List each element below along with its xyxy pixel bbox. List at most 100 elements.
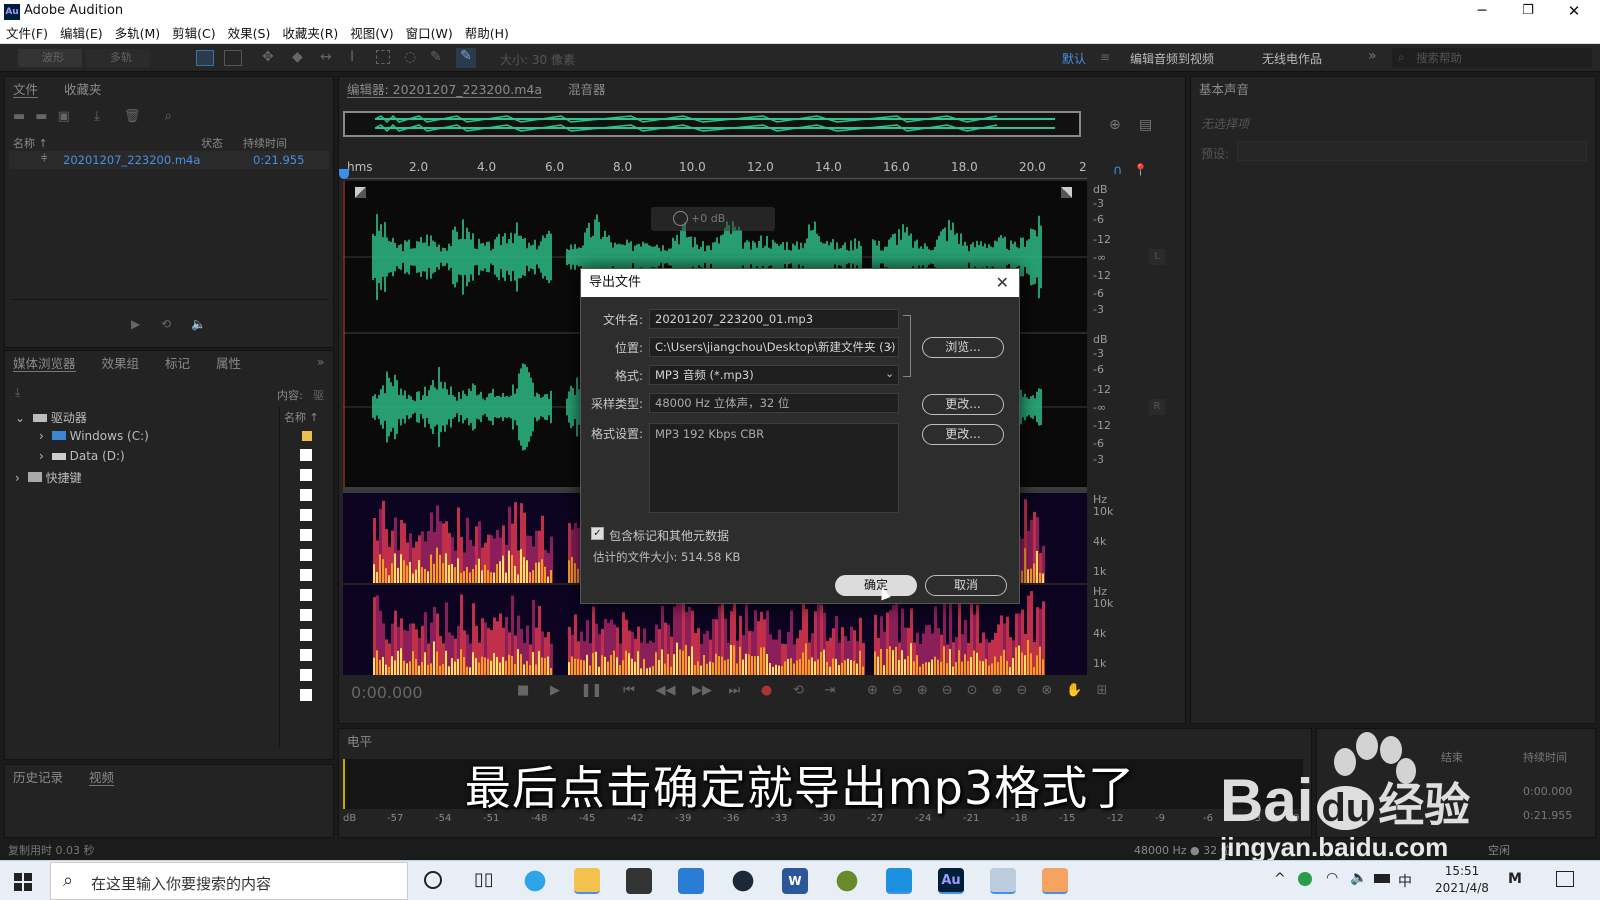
- tree-item-shortcuts[interactable]: › 快捷键: [15, 469, 82, 486]
- app-image-viewer-icon[interactable]: [990, 868, 1016, 894]
- go-to-start-icon[interactable]: ⏮: [623, 683, 635, 698]
- app-orange-icon[interactable]: [1042, 868, 1068, 894]
- slip-tool-icon[interactable]: ↔: [320, 49, 332, 65]
- tree-item-windows-c[interactable]: › Windows (C:): [39, 429, 149, 443]
- start-windows-icon[interactable]: [14, 873, 32, 891]
- content-dropdown[interactable]: 驱: [313, 387, 324, 403]
- dialog-close-icon[interactable]: ✕: [996, 269, 1009, 297]
- include-markers-checkbox[interactable]: ✓: [591, 527, 604, 540]
- column-duration[interactable]: 持续时间: [243, 135, 287, 151]
- menu-help[interactable]: 帮助(H): [459, 24, 515, 44]
- stop-icon[interactable]: ■: [517, 683, 529, 698]
- pause-icon[interactable]: ❚❚: [581, 683, 603, 698]
- zoom-out-time-icon[interactable]: ⊖: [942, 683, 967, 698]
- tray-clock-time[interactable]: 15:51: [1432, 864, 1492, 878]
- spot-healing-tool-icon[interactable]: ✎: [456, 48, 476, 68]
- zoom-in-point-icon[interactable]: ⊕: [992, 683, 1017, 698]
- tab-markers[interactable]: 标记: [165, 356, 190, 371]
- word-icon[interactable]: W: [782, 868, 808, 894]
- record-icon[interactable]: ●: [761, 683, 772, 698]
- zoom-in-time-icon[interactable]: ⊕: [917, 683, 942, 698]
- audition-taskbar-icon[interactable]: Au: [938, 868, 964, 894]
- menu-view[interactable]: 视图(V): [344, 24, 399, 44]
- cortana-icon[interactable]: [424, 871, 442, 889]
- pin-icon[interactable]: 📍: [1133, 163, 1148, 177]
- mail-icon[interactable]: [678, 868, 704, 894]
- zoom-selection-icon[interactable]: ⊗: [1041, 683, 1066, 698]
- tree-item-drives[interactable]: ⌄ 驱动器: [15, 409, 87, 426]
- tray-battery-icon[interactable]: [1374, 874, 1390, 883]
- menu-file[interactable]: 文件(F): [0, 24, 54, 44]
- restore-button[interactable]: ❐: [1506, 0, 1550, 24]
- tab-media-browser[interactable]: 媒体浏览器: [13, 356, 76, 372]
- channel-l-toggle[interactable]: L: [1149, 249, 1165, 265]
- more-workspaces-icon[interactable]: »: [1368, 48, 1377, 64]
- tab-essential-sound[interactable]: 基本声音: [1199, 82, 1249, 97]
- menu-multitrack[interactable]: 多轨(M): [109, 24, 167, 44]
- include-markers-label[interactable]: 包含标记和其他元数据: [609, 527, 729, 544]
- notification-center-icon[interactable]: [1556, 871, 1574, 887]
- change-sample-type-button[interactable]: 更改...: [922, 394, 1004, 415]
- rewind-icon[interactable]: ◀◀: [655, 683, 675, 698]
- menu-window[interactable]: 窗口(W): [400, 24, 459, 44]
- steam-icon[interactable]: [730, 868, 756, 894]
- help-search-input[interactable]: 搜索帮助: [1392, 48, 1592, 68]
- media-list-column-name[interactable]: 名称 ↑: [284, 409, 319, 425]
- tab-editor[interactable]: 编辑器: 20201207_223200.m4a: [347, 82, 543, 98]
- tab-properties[interactable]: 属性: [216, 356, 241, 371]
- loop-icon[interactable]: ⟲: [793, 683, 804, 698]
- menu-clip[interactable]: 剪辑(C): [166, 24, 221, 44]
- pitch-display-icon[interactable]: [224, 50, 242, 66]
- tray-volume-icon[interactable]: 🔈: [1350, 870, 1367, 886]
- cancel-button[interactable]: 取消: [925, 575, 1007, 596]
- preview-loop-icon[interactable]: ⟲: [161, 317, 171, 331]
- hud-volume-control[interactable]: +0 dB: [651, 207, 775, 231]
- zoom-out-point-icon[interactable]: ⊖: [1016, 683, 1041, 698]
- preset-dropdown[interactable]: [1237, 141, 1587, 161]
- change-format-settings-button[interactable]: 更改...: [922, 424, 1004, 445]
- store-icon[interactable]: [626, 868, 652, 894]
- zoom-out-amplitude-icon[interactable]: ⊖: [892, 683, 917, 698]
- column-status[interactable]: 状态: [201, 135, 223, 151]
- file-explorer-icon[interactable]: [574, 868, 600, 894]
- file-row[interactable]: ⫩ 20201207_223200.m4a 0:21.955: [9, 151, 329, 169]
- playhead-marker-icon[interactable]: [339, 169, 349, 179]
- tab-effects-rack[interactable]: 效果组: [102, 356, 140, 371]
- zoom-reset-icon[interactable]: ⊕: [1109, 117, 1121, 133]
- tray-chevron-up-icon[interactable]: ^: [1274, 871, 1286, 887]
- spectral-display-icon[interactable]: [196, 50, 214, 66]
- go-to-end-icon[interactable]: ⏭: [729, 683, 741, 698]
- workspace-menu-icon[interactable]: ≡: [1100, 50, 1110, 64]
- tray-network-icon[interactable]: ◠: [1326, 870, 1338, 886]
- skip-icon[interactable]: ⇥: [825, 683, 836, 698]
- fast-forward-icon[interactable]: ▶▶: [692, 683, 712, 698]
- tree-item-data-d[interactable]: › Data (D:): [39, 449, 125, 463]
- tab-levels[interactable]: 电平: [347, 734, 372, 749]
- fade-out-handle-icon[interactable]: [1061, 187, 1072, 198]
- fade-in-handle-icon[interactable]: [355, 187, 366, 198]
- tray-clock-date[interactable]: 2021/4/8: [1422, 881, 1502, 895]
- panel-overflow-icon[interactable]: »: [317, 355, 324, 369]
- overview-waveform[interactable]: [343, 111, 1081, 137]
- task-view-icon[interactable]: ▯▯: [474, 869, 494, 890]
- app-blue-icon[interactable]: [886, 868, 912, 894]
- play-icon[interactable]: ▶: [550, 683, 560, 698]
- edge-icon[interactable]: [522, 868, 548, 894]
- format-dropdown[interactable]: MP3 音频 (*.mp3): [649, 365, 899, 385]
- zoom-in-amplitude-icon[interactable]: ⊕: [867, 683, 892, 698]
- browse-button[interactable]: 浏览...: [922, 337, 1004, 358]
- location-dropdown[interactable]: C:\Users\jiangchou\Desktop\新建文件夹 (3): [649, 337, 899, 357]
- menu-favorites[interactable]: 收藏夹(R): [276, 24, 344, 44]
- ok-button[interactable]: 确定: [835, 575, 917, 596]
- panel-options-icon[interactable]: ▤: [1139, 117, 1152, 133]
- lasso-tool-icon[interactable]: ◌: [404, 49, 416, 65]
- preview-volume-icon[interactable]: 🔈: [191, 317, 206, 331]
- tray-app-icon[interactable]: M: [1508, 871, 1522, 887]
- tray-ime-indicator[interactable]: 中: [1398, 871, 1412, 891]
- move-tool-icon[interactable]: ✥: [262, 49, 274, 65]
- zoom-full-icon[interactable]: ⊙: [967, 683, 992, 698]
- zoom-reset-full-icon[interactable]: ⊞: [1096, 683, 1121, 698]
- workspace-edit-audio-to-video[interactable]: 编辑音频到视频: [1130, 50, 1214, 67]
- snap-icon[interactable]: ∩: [1113, 163, 1123, 178]
- menu-edit[interactable]: 编辑(E): [54, 24, 109, 44]
